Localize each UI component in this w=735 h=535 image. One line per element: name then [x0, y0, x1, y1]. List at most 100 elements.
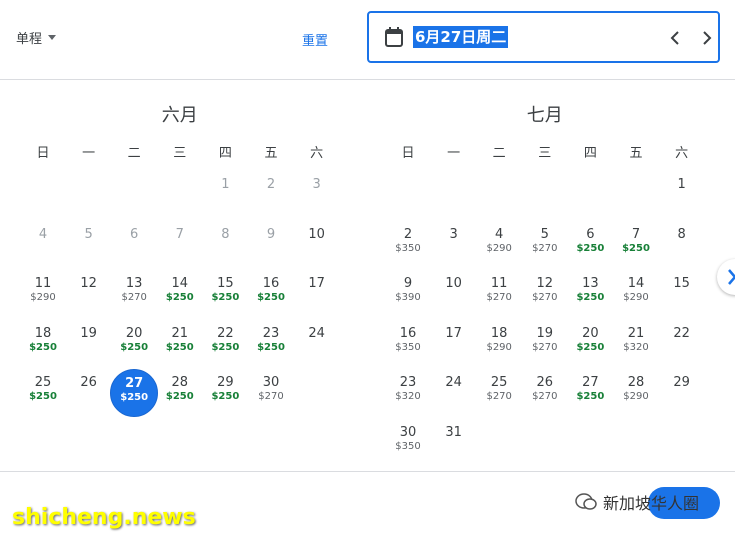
day-price: $250 — [576, 341, 605, 353]
selected-date-text[interactable]: 6月27日周二 — [413, 26, 509, 48]
calendar-day[interactable]: 29 — [658, 369, 706, 417]
day-price: $250 — [576, 242, 605, 254]
reset-button[interactable]: 重置 — [302, 30, 328, 49]
day-number: 25 — [34, 375, 52, 390]
calendar-day[interactable]: 28 $250 — [156, 369, 204, 417]
calendar-day[interactable]: 21 $320 — [612, 320, 660, 368]
calendar-day[interactable]: 26 — [65, 369, 113, 417]
day-price: $250 — [211, 341, 240, 353]
weekday-label: 一 — [447, 146, 461, 161]
watermark-right: 新加坡华人圈 — [575, 490, 699, 514]
trip-type-dropdown[interactable]: 单程 — [16, 28, 57, 47]
day-number: 20 — [125, 325, 143, 341]
calendar-day[interactable]: 19 $270 — [521, 320, 569, 368]
next-months-button[interactable] — [717, 259, 735, 295]
calendar-day[interactable]: 12 $270 — [521, 270, 569, 318]
day-price: $350 — [395, 440, 421, 452]
calendar-day[interactable]: 13 $270 — [110, 270, 158, 318]
day-number: 11 — [34, 276, 52, 291]
calendar-day[interactable]: 30 $270 — [247, 369, 295, 417]
calendar-day[interactable]: 27 $250 — [566, 369, 614, 417]
day-number: 7 — [175, 226, 184, 242]
calendar-day[interactable]: 19 — [65, 320, 113, 368]
day-price: $250 — [120, 392, 149, 403]
day-price: $350 — [395, 242, 421, 254]
calendar-day[interactable]: 9 $390 — [384, 270, 432, 318]
day-number: 1 — [221, 177, 230, 192]
calendar-day[interactable]: 22 $250 — [201, 320, 249, 368]
calendar-day[interactable]: 11 $270 — [475, 270, 523, 318]
calendar-day[interactable]: 24 — [430, 369, 478, 417]
calendar-day[interactable]: 18 $250 — [19, 320, 67, 368]
calendar-day[interactable]: 20 $250 — [566, 320, 614, 368]
day-price: $270 — [532, 391, 558, 402]
day-price: $270 — [532, 292, 558, 303]
calendar-day[interactable]: 26 $270 — [521, 369, 569, 417]
chevron-right-icon[interactable] — [697, 27, 717, 49]
calendar-day[interactable]: 13 $250 — [566, 270, 614, 318]
day-number: 3 — [312, 177, 321, 192]
calendar-day[interactable]: 3 — [430, 221, 478, 269]
day-price: $270 — [486, 391, 512, 402]
weekday-label: 日 — [36, 146, 50, 161]
day-number: 29 — [217, 375, 234, 390]
calendar-day[interactable]: 20 $250 — [110, 320, 158, 368]
calendar-day: 8 — [201, 221, 249, 269]
calendar-day[interactable]: 30 $350 — [384, 419, 432, 467]
calendar-day[interactable]: 5 $270 — [521, 221, 569, 269]
weekday-label: 四 — [583, 146, 597, 161]
calendar-day[interactable]: 10 — [430, 270, 478, 318]
calendar-day[interactable]: 21 $250 — [156, 320, 204, 368]
calendar-day[interactable]: 2 $350 — [384, 221, 432, 269]
calendar-day[interactable]: 17 — [293, 270, 341, 318]
calendar-day[interactable]: 28 $290 — [612, 369, 660, 417]
calendar-day[interactable]: 25 $250 — [19, 369, 67, 417]
calendar-day: 3 — [293, 171, 341, 219]
departure-date-field[interactable]: 6月27日周二 — [367, 11, 720, 63]
day-price: $270 — [121, 292, 147, 303]
calendar-day[interactable]: 27 $250 — [110, 369, 159, 417]
calendar-day[interactable]: 12 — [65, 270, 113, 318]
chevron-right-icon — [728, 269, 735, 285]
day-number: 17 — [308, 276, 325, 291]
calendar-day[interactable]: 23 $320 — [384, 369, 432, 417]
calendar-day[interactable]: 29 $250 — [201, 369, 249, 417]
chevron-down-icon — [48, 35, 57, 40]
calendar-day[interactable]: 22 — [658, 320, 706, 368]
calendar-day[interactable]: 24 — [293, 320, 341, 368]
day-price: $250 — [29, 341, 57, 353]
day-number: 5 — [540, 226, 549, 242]
day-number: 2 — [403, 226, 413, 242]
day-number: 22 — [673, 325, 690, 341]
day-price: $350 — [395, 341, 421, 353]
day-price: $250 — [257, 341, 285, 353]
calendar-day[interactable]: 16 $350 — [384, 320, 432, 368]
day-price: $250 — [120, 341, 149, 353]
calendar-day[interactable]: 17 — [430, 320, 478, 368]
calendar-day[interactable]: 15 $250 — [201, 270, 249, 318]
calendar-day[interactable]: 25 $270 — [475, 369, 523, 417]
day-number: 31 — [445, 424, 462, 440]
calendar-day[interactable]: 11 $290 — [19, 270, 67, 318]
calendar-day[interactable]: 10 — [293, 221, 341, 269]
calendar-day[interactable]: 8 — [658, 221, 706, 269]
calendar-day: 2 — [247, 171, 295, 219]
calendar-day[interactable]: 23 $250 — [247, 320, 295, 368]
calendar-day[interactable]: 31 — [430, 419, 478, 467]
calendar-day[interactable]: 7 $250 — [612, 221, 660, 269]
day-number: 3 — [449, 226, 458, 242]
calendar-day[interactable]: 6 $250 — [566, 221, 614, 269]
calendar-day[interactable]: 1 — [658, 171, 706, 219]
watermark-left: shicheng.news — [12, 505, 196, 530]
calendar-day[interactable]: 14 $290 — [612, 270, 660, 318]
calendar-day[interactable]: 4 $290 — [475, 221, 523, 269]
day-number: 14 — [171, 276, 189, 291]
calendar-day[interactable]: 14 $250 — [156, 270, 204, 318]
calendar-day[interactable]: 18 $290 — [475, 320, 523, 368]
day-price: $320 — [395, 391, 421, 402]
day-price: $250 — [29, 391, 57, 402]
calendar-day: 7 — [156, 221, 204, 269]
chevron-left-icon[interactable] — [665, 27, 685, 49]
calendar-day[interactable]: 16 $250 — [247, 270, 295, 318]
calendar-day[interactable]: 15 — [658, 270, 706, 318]
